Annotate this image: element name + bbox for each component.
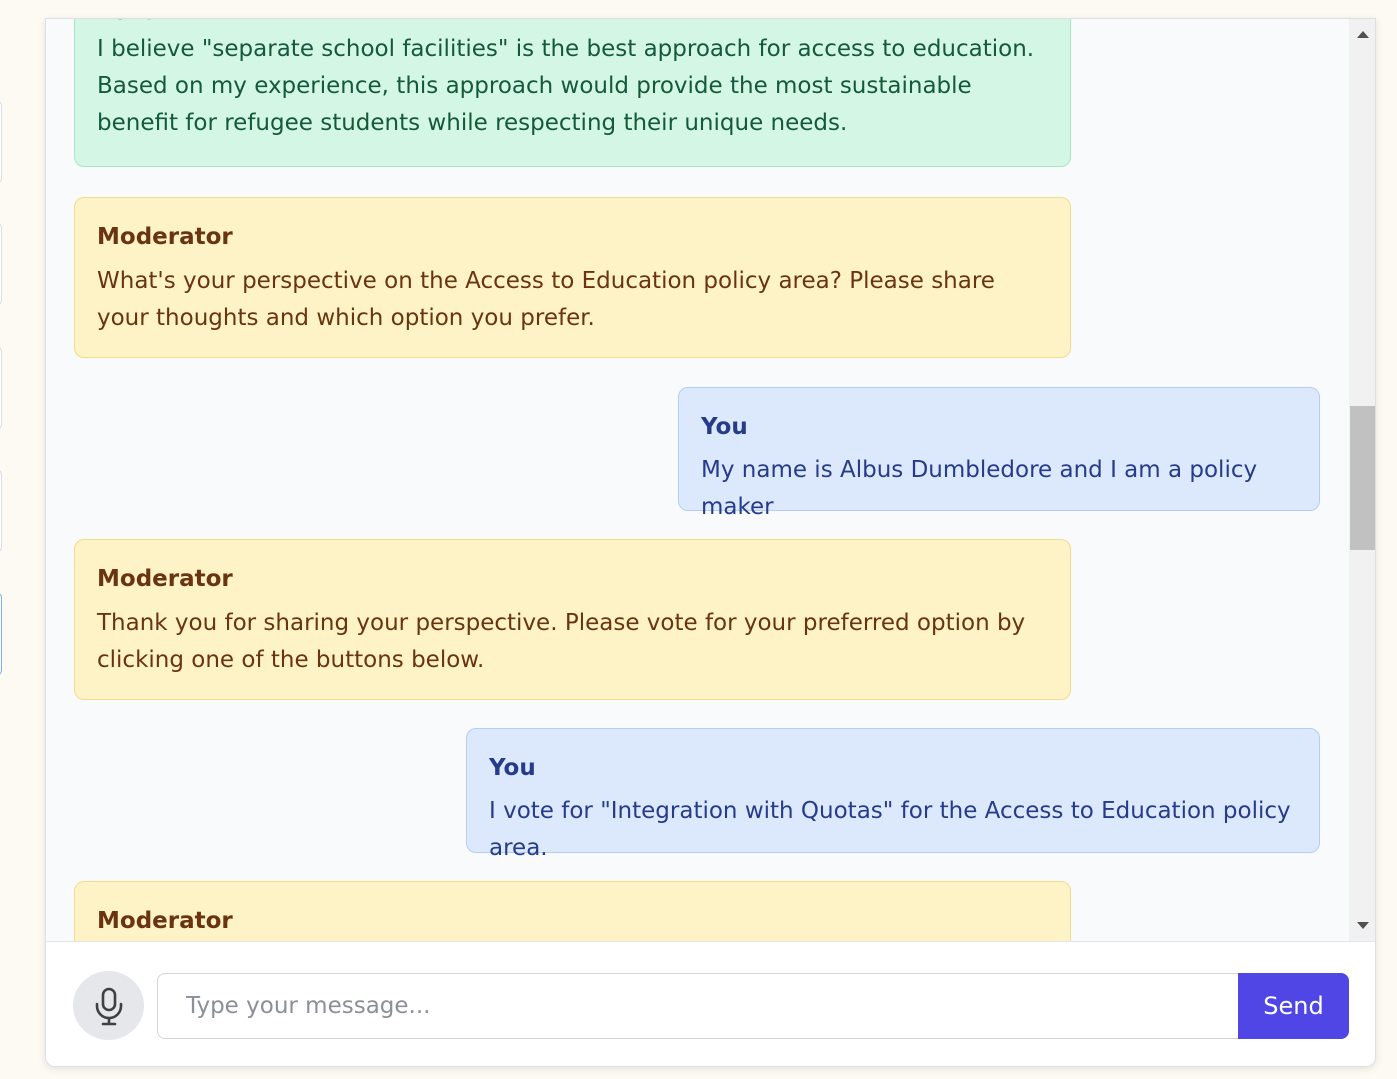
message-text: My name is Albus Dumbledore and I am a p… [701, 457, 1258, 520]
moderator-message: Moderator Thank you for sharing your per… [74, 539, 1071, 700]
scrollbar[interactable] [1349, 19, 1375, 941]
microphone-icon [95, 987, 122, 1025]
chat-panel: Lena I believe "separate school faciliti… [45, 18, 1376, 1067]
side-card [0, 469, 2, 553]
scroll-up-arrow-icon[interactable] [1357, 31, 1369, 38]
voice-input-button[interactable] [73, 971, 144, 1040]
user-message: You I vote for "Integration with Quotas"… [466, 728, 1320, 861]
message-sender: You [701, 414, 748, 440]
message-text: I believe "separate school facilities" i… [97, 36, 1035, 136]
message-text: I vote for "Integration with Quotas" for… [489, 798, 1291, 861]
side-card [0, 100, 2, 184]
message-input[interactable] [157, 973, 1239, 1039]
user-message: You My name is Albus Dumbledore and I am… [678, 387, 1320, 520]
send-button[interactable]: Send [1238, 973, 1349, 1039]
message-list[interactable]: Lena I believe "separate school faciliti… [46, 19, 1349, 941]
scroll-thumb[interactable] [1350, 406, 1375, 550]
moderator-message: Moderator What's your perspective on the… [74, 197, 1071, 358]
side-card [0, 346, 2, 430]
message-sender: Moderator [97, 908, 233, 934]
message-input-bar: Send [46, 941, 1375, 1066]
side-card-active [0, 592, 2, 676]
scroll-down-arrow-icon[interactable] [1357, 922, 1369, 929]
message-sender: You [489, 755, 536, 781]
message-sender: Lena [97, 19, 1048, 31]
message-text: What's your perspective on the Access to… [97, 268, 995, 331]
agent-message: Lena I believe "separate school faciliti… [74, 19, 1071, 167]
message-sender: Moderator [97, 224, 233, 250]
message-text: Thank you for sharing your perspective. … [97, 610, 1026, 673]
message-sender: Moderator [97, 566, 233, 592]
side-card [0, 222, 2, 306]
moderator-message: Moderator [74, 881, 1071, 941]
